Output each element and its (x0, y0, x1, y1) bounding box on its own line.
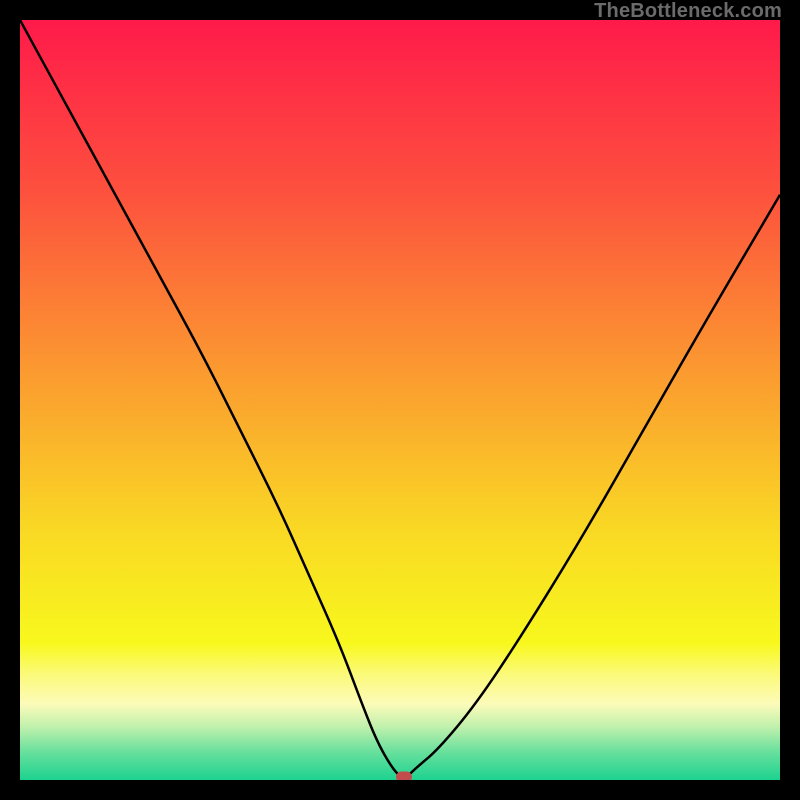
curve-layer (20, 20, 780, 780)
bottleneck-curve (20, 20, 780, 777)
optimum-marker (396, 772, 412, 781)
chart-frame: TheBottleneck.com (0, 0, 800, 800)
plot-area (20, 20, 780, 780)
